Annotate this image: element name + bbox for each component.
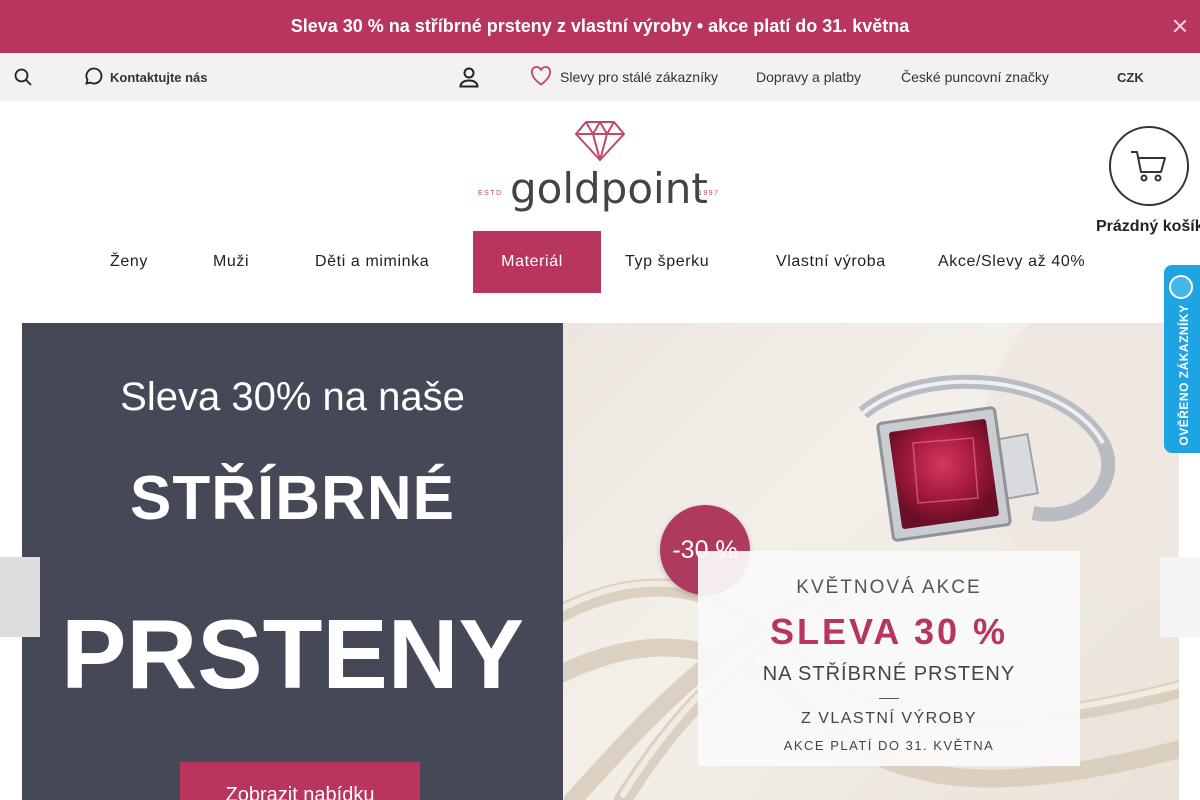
offer-card: KVĚTNOVÁ AKCE SLEVA 30 % NA STŘÍBRNÉ PRS… [698,551,1080,766]
main-nav: Ženy Muži Děti a miminka Materiál Typ šp… [0,231,1200,293]
nav-item-muzi[interactable]: Muži [213,231,259,293]
site-logo[interactable]: ESTD goldpoint 1997 [478,118,722,214]
verified-by-customers-widget[interactable]: OVĚŘENO ZÁKAZNÍKY [1164,265,1200,453]
show-offer-button[interactable]: Zobrazit nabídku [180,762,420,800]
offer-label: KVĚTNOVÁ AKCE [796,577,982,598]
logo-wordmark: goldpoint [510,164,708,213]
nav-item-material[interactable]: Materiál [473,231,601,293]
contact-link[interactable]: Kontaktujte nás [84,53,208,101]
verified-label: OVĚŘENO ZÁKAZNÍKY [1177,304,1191,446]
utility-bar: Kontaktujte nás Slevy pro stálé zákazník… [0,53,1200,101]
nav-item-akce[interactable]: Akce/Slevy až 40% [938,231,1085,293]
nav-item-zeny[interactable]: Ženy [110,231,158,293]
shipping-payment-link[interactable]: Dopravy a platby [756,53,861,101]
loyalty-label: Slevy pro stálé zákazníky [560,69,718,85]
hero-title-large: PRSTENY [61,599,524,709]
cart-icon [1131,151,1166,182]
offer-subtitle: Z VLASTNÍ VÝROBY [800,710,978,727]
hero-banner[interactable]: Sleva 30% na naše STŘÍBRNÉ PRSTENY Zobra… [22,323,1179,800]
contact-label: Kontaktujte nás [110,69,208,85]
offer-divider [879,698,899,699]
hero-image: -30 % KVĚTNOVÁ AKCE SLEVA 30 % NA STŘÍBR… [563,323,1179,800]
loyalty-discounts-link[interactable]: Slevy pro stálé zákazníky [530,53,718,101]
search-icon[interactable] [14,53,32,101]
diamond-icon [575,121,625,161]
currency-selector[interactable]: CZK [1117,53,1162,101]
logo-year: 1997 [698,190,720,197]
hero-text-panel: Sleva 30% na naše STŘÍBRNÉ PRSTENY Zobra… [22,323,563,800]
hallmarks-link[interactable]: České puncovní značky [901,53,1049,101]
verified-seal-icon [1169,275,1193,299]
heart-icon [530,65,552,89]
offer-validity: AKCE PLATÍ DO 31. KVĚTNA [783,738,995,753]
promo-text: Sleva 30 % na stříbrné prsteny z vlastní… [290,16,910,36]
promo-bar: Sleva 30 % na stříbrné prsteny z vlastní… [0,0,1200,53]
close-icon[interactable] [1170,16,1190,36]
nav-item-vlastni-vyroba[interactable]: Vlastní výroba [776,231,886,293]
hero-headline: Sleva 30% na naše [120,375,465,419]
nav-item-deti[interactable]: Děti a miminka [315,231,439,293]
cart-button[interactable] [1109,126,1189,206]
nav-item-typ-sperku[interactable]: Typ šperku [625,231,719,293]
chat-bubble-icon [84,66,104,89]
offer-product: NA STŘÍBRNÉ PRSTENY [762,663,1016,685]
slider-prev-button[interactable] [0,557,40,637]
logo-estd: ESTD [478,190,503,197]
user-account-icon[interactable] [458,53,480,101]
offer-discount: SLEVA 30 % [769,611,1009,652]
currency-label: CZK [1117,69,1144,85]
hero-title: STŘÍBRNÉ [130,464,455,533]
slider-next-button[interactable] [1160,557,1200,637]
